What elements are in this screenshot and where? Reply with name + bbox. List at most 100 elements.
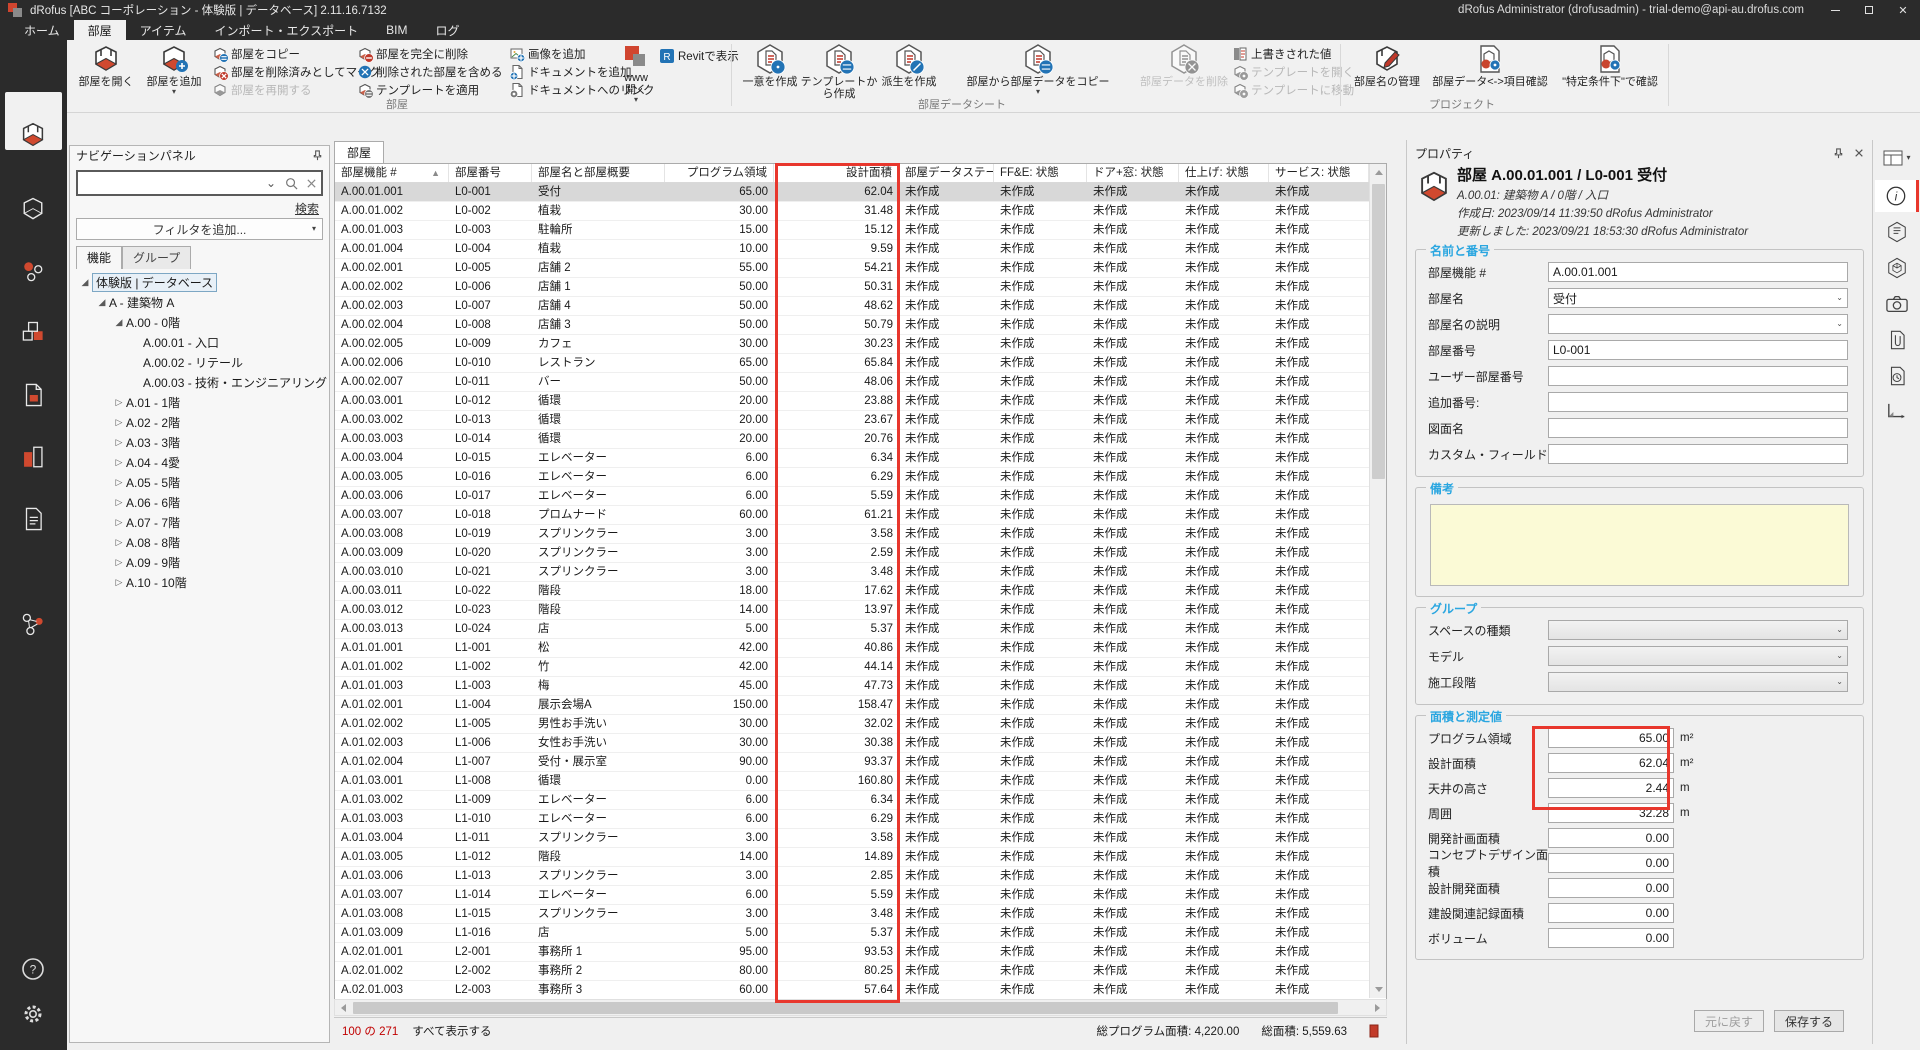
tree-item-6[interactable]: ▷A.01 - 1階: [72, 392, 327, 412]
layout-panel-icon[interactable]: ▾: [1875, 146, 1919, 170]
tree-item-3[interactable]: A.00.01 - 入口: [72, 332, 327, 352]
table-row[interactable]: A.01.03.003L1-010エレベーター6.006.29未作成未作成未作成…: [335, 810, 1386, 829]
expanded-icon[interactable]: ◢: [78, 277, 92, 288]
table-row[interactable]: A.00.03.007L0-018プロムナード60.0061.21未作成未作成未…: [335, 506, 1386, 525]
menu-item-0[interactable]: ホーム: [10, 20, 74, 40]
table-row[interactable]: A.00.01.001L0-001受付65.0062.04未作成未作成未作成未作…: [335, 183, 1386, 202]
field-input-0[interactable]: A.00.01.001: [1548, 262, 1848, 282]
table-row[interactable]: A.01.03.007L1-014エレベーター6.005.59未作成未作成未作成…: [335, 886, 1386, 905]
field-input-4[interactable]: [1548, 366, 1848, 386]
table-row[interactable]: A.00.03.011L0-022階段18.0017.62未作成未作成未作成未作…: [335, 582, 1386, 601]
tree-item-12[interactable]: ▷A.07 - 7階: [72, 512, 327, 532]
create-unique-button[interactable]: 一意を作成: [742, 42, 798, 104]
field-input-1[interactable]: 受付⌄: [1548, 288, 1848, 308]
table-row[interactable]: A.00.03.010L0-021スプリンクラー3.003.48未作成未作成未作…: [335, 563, 1386, 582]
group-field-select-1[interactable]: ⌄: [1548, 646, 1848, 666]
collapsed-icon[interactable]: ▷: [112, 417, 126, 428]
table-row[interactable]: A.01.03.008L1-015スプリンクラー3.003.48未作成未作成未作…: [335, 905, 1386, 924]
table-row[interactable]: A.01.03.006L1-013スプリンクラー3.002.85未作成未作成未作…: [335, 867, 1386, 886]
table-row[interactable]: A.01.02.004L1-007受付・展示室90.0093.37未作成未作成未…: [335, 753, 1386, 772]
close-button[interactable]: ✕: [1886, 0, 1920, 20]
table-row[interactable]: A.00.02.004L0-008店舗 350.0050.79未作成未作成未作成…: [335, 316, 1386, 335]
systems-icon[interactable]: [14, 605, 52, 643]
collapsed-icon[interactable]: ▷: [112, 457, 126, 468]
table-row[interactable]: A.00.02.003L0-007店舗 450.0048.62未作成未作成未作成…: [335, 297, 1386, 316]
chevron-down-icon[interactable]: ⌄: [261, 176, 281, 190]
collapsed-icon[interactable]: ▷: [112, 477, 126, 488]
room-mark-deleted-button[interactable]: 部屋を削除済みとしてマーク: [212, 64, 380, 80]
copy-roomdata-button[interactable]: 部屋から部屋データをコピー▾: [940, 42, 1136, 104]
group-field-select-0[interactable]: ⌄: [1548, 620, 1848, 640]
undo-button[interactable]: 元に戻す: [1694, 1010, 1764, 1032]
search-icon[interactable]: [281, 177, 301, 190]
vertical-scrollbar[interactable]: [1369, 164, 1386, 998]
history-icon[interactable]: [1875, 360, 1919, 392]
collapsed-icon[interactable]: ▷: [112, 517, 126, 528]
field-input-5[interactable]: [1548, 392, 1848, 412]
tree-item-13[interactable]: ▷A.08 - 8階: [72, 532, 327, 552]
room-cube-icon[interactable]: [14, 190, 52, 228]
tree-item-2[interactable]: ◢A.00 - 0階: [72, 312, 327, 332]
tree-item-0[interactable]: ◢体験版 | データベース: [72, 272, 327, 292]
info-icon[interactable]: i: [1875, 180, 1919, 212]
datasheet-icon[interactable]: [1875, 216, 1919, 248]
table-row[interactable]: A.00.03.003L0-014循環20.0020.76未作成未作成未作成未作…: [335, 430, 1386, 449]
notes-textarea[interactable]: [1430, 504, 1849, 586]
products-icon[interactable]: [14, 314, 52, 352]
table-row[interactable]: A.02.01.001L2-001事務所 195.0093.53未作成未作成未作…: [335, 943, 1386, 962]
camera-icon[interactable]: [1875, 288, 1919, 320]
table-row[interactable]: A.01.01.001L1-001松42.0040.86未作成未作成未作成未作成…: [335, 639, 1386, 658]
collapsed-icon[interactable]: ▷: [112, 557, 126, 568]
tab-rooms[interactable]: 部屋: [334, 141, 384, 163]
menu-item-1[interactable]: 部屋: [74, 20, 126, 40]
collapsed-icon[interactable]: ▷: [112, 577, 126, 588]
table-row[interactable]: A.00.02.006L0-010レストラン65.0065.84未作成未作成未作…: [335, 354, 1386, 373]
scroll-left-icon[interactable]: [335, 1000, 352, 1015]
area-field-input-1[interactable]: 62.04: [1548, 753, 1674, 773]
add-room-button[interactable]: 部屋を追加 ▾: [141, 42, 207, 104]
table-row[interactable]: A.02.01.003L2-003事務所 360.0057.64未作成未作成未作…: [335, 981, 1386, 1000]
search-link[interactable]: 検索: [295, 200, 319, 217]
open-template-button[interactable]: テンプレートを開く: [1232, 64, 1354, 80]
tree-item-1[interactable]: ◢A - 建築物 A: [72, 292, 327, 312]
table-row[interactable]: A.00.03.006L0-017エレベーター6.005.59未作成未作成未作成…: [335, 487, 1386, 506]
tree-item-14[interactable]: ▷A.09 - 9階: [72, 552, 327, 572]
nav-tab-1[interactable]: グループ: [122, 246, 191, 269]
table-row[interactable]: A.01.03.005L1-012階段14.0014.89未作成未作成未作成未作…: [335, 848, 1386, 867]
condition-check-button[interactable]: "特定条件下"で確認: [1558, 42, 1662, 104]
tree-item-4[interactable]: A.00.02 - リテール: [72, 352, 327, 372]
table-row[interactable]: A.00.02.007L0-011バー50.0048.06未作成未作成未作成未作…: [335, 373, 1386, 392]
minimize-button[interactable]: [1818, 0, 1852, 20]
tree-item-15[interactable]: ▷A.10 - 10階: [72, 572, 327, 592]
nav-tab-0[interactable]: 機能: [76, 246, 122, 269]
column-header-8[interactable]: 仕上げ: 状態: [1179, 164, 1269, 182]
table-row[interactable]: A.00.03.009L0-020スプリンクラー3.002.59未作成未作成未作…: [335, 544, 1386, 563]
clear-search-icon[interactable]: [301, 178, 321, 189]
column-header-9[interactable]: サービス: 状態: [1269, 164, 1369, 182]
search-input[interactable]: [78, 173, 261, 193]
table-row[interactable]: A.00.03.001L0-012循環20.0023.88未作成未作成未作成未作…: [335, 392, 1386, 411]
add-filter-button[interactable]: フィルタを追加... ▾: [76, 218, 323, 240]
tree-item-7[interactable]: ▷A.02 - 2階: [72, 412, 327, 432]
pin-icon[interactable]: [312, 150, 323, 161]
pin-icon[interactable]: [1833, 148, 1844, 159]
area-field-input-3[interactable]: 32.28: [1548, 803, 1674, 823]
column-header-3[interactable]: プログラム領域: [665, 164, 774, 182]
expanded-icon[interactable]: ◢: [112, 317, 126, 328]
include-deleted-button[interactable]: 削除された部屋を含める: [357, 64, 503, 80]
show-all-link[interactable]: すべて表示する: [412, 1023, 491, 1039]
table-row[interactable]: A.00.02.001L0-005店舗 255.0054.21未作成未作成未作成…: [335, 259, 1386, 278]
table-row[interactable]: A.01.03.009L1-016店5.005.37未作成未作成未作成未作成未作…: [335, 924, 1386, 943]
help-icon[interactable]: ?: [14, 950, 52, 988]
save-button[interactable]: 保存する: [1774, 1010, 1844, 1032]
table-row[interactable]: A.01.03.002L1-009エレベーター6.006.34未作成未作成未作成…: [335, 791, 1386, 810]
table-row[interactable]: A.00.03.013L0-024店5.005.37未作成未作成未作成未作成未作…: [335, 620, 1386, 639]
scroll-down-icon[interactable]: [1370, 981, 1387, 998]
add-image-button[interactable]: 画像を追加: [509, 46, 586, 62]
tree-item-9[interactable]: ▷A.04 - 4愛: [72, 452, 327, 472]
room-name-manage-button[interactable]: 部屋名の管理: [1352, 42, 1422, 104]
group-field-select-2[interactable]: ⌄: [1548, 672, 1848, 692]
move-to-template-button[interactable]: テンプレートに移動: [1232, 82, 1354, 98]
menu-item-4[interactable]: BIM: [372, 20, 421, 40]
table-row[interactable]: A.01.02.001L1-004展示会場A150.00158.47未作成未作成…: [335, 696, 1386, 715]
